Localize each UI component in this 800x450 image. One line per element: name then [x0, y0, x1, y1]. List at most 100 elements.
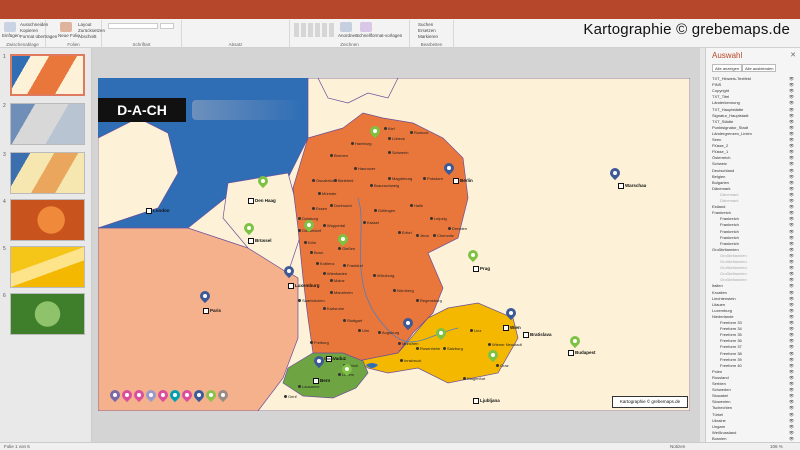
visibility-eye-icon[interactable]: 👁 [789, 320, 794, 326]
section-button[interactable]: Abschnitt [78, 34, 97, 39]
arrange-button[interactable]: Anordnen [338, 33, 358, 38]
selection-item[interactable]: Frankreich 👁 [720, 222, 794, 228]
selection-item[interactable]: PINS 👁 [712, 82, 794, 88]
selection-item[interactable]: Freeform 35 👁 [720, 332, 794, 338]
visibility-eye-icon[interactable]: 👁 [789, 338, 794, 344]
thumbnail-slide-4[interactable] [10, 199, 85, 241]
selection-item[interactable]: Freeform 38 👁 [720, 351, 794, 357]
legend-pin-icon[interactable] [179, 387, 195, 403]
map-pin-green[interactable] [255, 173, 271, 189]
selection-item[interactable]: Serbien 👁 [712, 381, 794, 387]
selection-item[interactable]: Italien 👁 [712, 283, 794, 289]
arrange-icon[interactable] [340, 22, 352, 32]
map-pin-green[interactable] [335, 231, 351, 247]
visibility-eye-icon[interactable]: 👁 [789, 259, 794, 265]
selection-item[interactable]: Litauen 👁 [712, 302, 794, 308]
thumbnail-slide-3[interactable] [10, 152, 85, 194]
legend-pin-icon[interactable] [167, 387, 183, 403]
reset-button[interactable]: Zurücksetzen [78, 28, 105, 33]
visibility-eye-icon[interactable]: 👁 [789, 113, 794, 119]
map-pin-blue[interactable] [281, 263, 297, 279]
shapes-gallery[interactable] [294, 23, 334, 37]
visibility-eye-icon[interactable]: 👁 [789, 94, 794, 100]
visibility-eye-icon[interactable]: 👁 [789, 235, 794, 241]
selection-item[interactable]: Flüsse_2 👁 [712, 143, 794, 149]
slide-canvas[interactable]: D-A-CH Den Haag London Brüssel Luxemburg… [98, 78, 690, 411]
layout-button[interactable]: Layout [78, 22, 92, 27]
font-family-select[interactable] [108, 23, 158, 29]
selection-item[interactable]: Estland 👁 [712, 204, 794, 210]
font-size-select[interactable] [160, 23, 174, 29]
selection-item[interactable]: Liechtenstein 👁 [712, 296, 794, 302]
visibility-eye-icon[interactable]: 👁 [789, 210, 794, 216]
hide-all-button[interactable]: Alle ausblenden [742, 64, 777, 72]
selection-item[interactable]: Polen 👁 [712, 369, 794, 375]
legend-pin-icon[interactable] [191, 387, 207, 403]
visibility-eye-icon[interactable]: 👁 [789, 381, 794, 387]
replace-button[interactable]: Ersetzen [418, 28, 436, 33]
visibility-eye-icon[interactable]: 👁 [789, 375, 794, 381]
visibility-eye-icon[interactable]: 👁 [789, 155, 794, 161]
visibility-eye-icon[interactable]: 👁 [789, 265, 794, 271]
selection-item[interactable]: Flüsse_1 👁 [712, 149, 794, 155]
selection-item[interactable]: Dänemark 👁 [720, 192, 794, 198]
thumbnail-slide-2[interactable] [10, 103, 85, 145]
selection-item[interactable]: Weißrussland 👁 [712, 430, 794, 436]
legend-pin-icon[interactable] [143, 387, 159, 403]
selection-item[interactable]: Dänemark 👁 [720, 198, 794, 204]
map-pin-green[interactable] [301, 217, 317, 233]
visibility-eye-icon[interactable]: 👁 [789, 363, 794, 369]
selection-item[interactable]: Freeform 36 👁 [720, 338, 794, 344]
selection-item[interactable]: Tschechien 👁 [712, 405, 794, 411]
visibility-eye-icon[interactable]: 👁 [789, 161, 794, 167]
selection-item[interactable]: Großbritannien 👁 [720, 259, 794, 265]
selection-item[interactable]: TXT_Hinweis-Textfeld 👁 [712, 76, 794, 82]
selection-item[interactable]: Kroatien 👁 [712, 290, 794, 296]
selection-item[interactable]: Großbritannien 👁 [720, 265, 794, 271]
visibility-eye-icon[interactable]: 👁 [789, 204, 794, 210]
visibility-eye-icon[interactable]: 👁 [789, 174, 794, 180]
visibility-eye-icon[interactable]: 👁 [789, 430, 794, 436]
thumbnail-slide-5[interactable] [10, 246, 85, 288]
visibility-eye-icon[interactable]: 👁 [789, 143, 794, 149]
find-button[interactable]: Suchen [418, 22, 433, 27]
visibility-eye-icon[interactable]: 👁 [789, 326, 794, 332]
visibility-eye-icon[interactable]: 👁 [789, 168, 794, 174]
legend-pin-icon[interactable] [203, 387, 219, 403]
cut-button[interactable]: Ausschneiden [20, 22, 48, 27]
selection-item[interactable]: Freeform 39 👁 [720, 357, 794, 363]
legend-pin-icon[interactable] [215, 387, 231, 403]
selection-item[interactable]: Schweiz 👁 [712, 161, 794, 167]
selection-item[interactable]: Freeform 33 👁 [720, 320, 794, 326]
thumbnail-slide-1[interactable] [10, 54, 85, 96]
selection-item[interactable]: Bosnien 👁 [712, 436, 794, 442]
visibility-eye-icon[interactable]: 👁 [789, 125, 794, 131]
selection-item[interactable]: Ländergrenzen_Linien 👁 [712, 131, 794, 137]
selection-item[interactable]: TXT_Hauptstädte 👁 [712, 107, 794, 113]
visibility-eye-icon[interactable]: 👁 [789, 399, 794, 405]
map-pin-green[interactable] [485, 347, 501, 363]
map-pin-green[interactable] [241, 220, 257, 236]
visibility-eye-icon[interactable]: 👁 [789, 369, 794, 375]
visibility-eye-icon[interactable]: 👁 [789, 344, 794, 350]
visibility-eye-icon[interactable]: 👁 [789, 149, 794, 155]
visibility-eye-icon[interactable]: 👁 [789, 393, 794, 399]
selection-item[interactable]: Dänemark 👁 [712, 186, 794, 192]
visibility-eye-icon[interactable]: 👁 [789, 436, 794, 442]
visibility-eye-icon[interactable]: 👁 [789, 247, 794, 253]
selection-item[interactable]: Deutschland 👁 [712, 168, 794, 174]
map-pin-green[interactable] [339, 361, 355, 377]
visibility-eye-icon[interactable]: 👁 [789, 277, 794, 283]
map-pin-blue[interactable] [311, 353, 327, 369]
visibility-eye-icon[interactable]: 👁 [789, 229, 794, 235]
selection-item[interactable]: Ungarn 👁 [712, 424, 794, 430]
map-pin-blue[interactable] [441, 160, 457, 176]
visibility-eye-icon[interactable]: 👁 [789, 180, 794, 186]
visibility-eye-icon[interactable]: 👁 [789, 405, 794, 411]
visibility-eye-icon[interactable]: 👁 [789, 76, 794, 82]
slide-title[interactable]: D-A-CH [98, 98, 186, 122]
map-pin-green[interactable] [465, 247, 481, 263]
map-pin-blue[interactable] [400, 315, 416, 331]
selection-item[interactable]: Frankreich 👁 [720, 216, 794, 222]
selection-item[interactable]: Punktsignatur_Stadt 👁 [712, 125, 794, 131]
